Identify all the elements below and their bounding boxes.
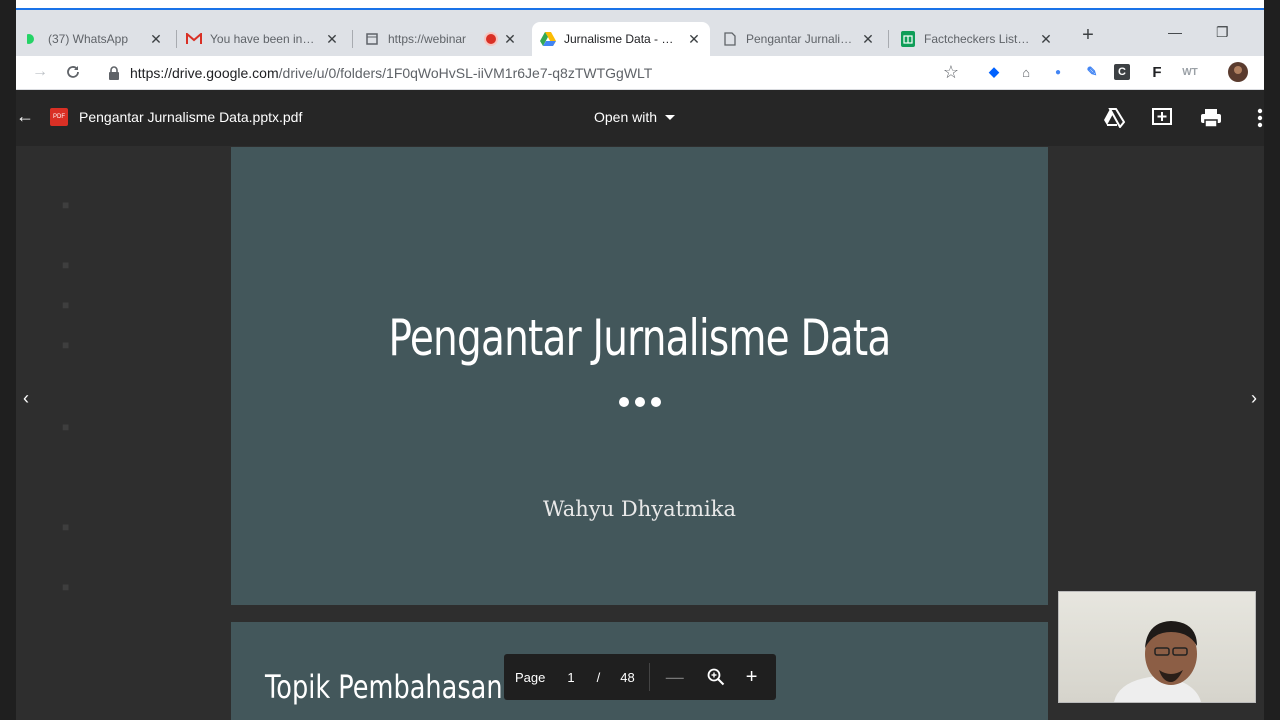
screen-border-left xyxy=(0,0,16,720)
drive-ghost-item: ■ xyxy=(62,298,70,312)
dropbox-icon[interactable]: ◆ xyxy=(984,62,1004,82)
drive-ghost-item: ■ xyxy=(62,520,70,534)
close-icon[interactable]: ✕ xyxy=(860,31,876,48)
page-controls: Page 1 / 48 — + xyxy=(504,654,776,700)
add-to-drive-icon[interactable] xyxy=(1102,106,1126,130)
extension-icon[interactable]: ⌂ xyxy=(1016,62,1036,82)
zoom-out-icon[interactable]: — xyxy=(666,667,684,688)
url-host: https://drive.google.com xyxy=(130,65,279,81)
new-tab-button[interactable]: + xyxy=(1078,24,1098,47)
tab-pengantar[interactable]: Pengantar Jurnalisme Data ✕ xyxy=(714,22,884,56)
page-total: 48 xyxy=(620,669,635,685)
close-icon[interactable]: ✕ xyxy=(686,31,702,48)
slide-dots-ornament xyxy=(231,397,1048,407)
slide-page-1: Pengantar Jurnalisme Data Wahyu Dhyatmik… xyxy=(231,147,1048,605)
url-path: /drive/u/0/folders/1F0qWoHvSL-iiVM1r6Je7… xyxy=(278,65,653,81)
file-title: Pengantar Jurnalisme Data.pptx.pdf xyxy=(79,109,303,125)
zoom-icon[interactable] xyxy=(706,668,726,686)
window-frame-top xyxy=(0,0,1280,10)
drive-ghost-item: ■ xyxy=(62,420,70,434)
chevron-right-icon[interactable]: › xyxy=(1244,388,1264,409)
restore-icon[interactable]: ❐ xyxy=(1216,24,1229,41)
wt-icon[interactable]: WT xyxy=(1180,62,1200,82)
presenter-figure xyxy=(1114,621,1201,702)
back-arrow-icon[interactable]: ← xyxy=(16,106,34,127)
forward-icon[interactable]: → xyxy=(30,62,50,82)
zoom-in-icon[interactable]: + xyxy=(746,666,758,689)
gmail-icon xyxy=(186,31,202,47)
tab-gmail[interactable]: You have been invited ✕ xyxy=(178,22,348,56)
reload-icon[interactable] xyxy=(63,62,83,82)
tab-divider xyxy=(352,30,353,48)
whatsapp-icon xyxy=(24,31,40,47)
c-icon[interactable]: C xyxy=(1114,64,1130,80)
more-vert-icon[interactable] xyxy=(1248,106,1264,130)
drive-ghost-item: ■ xyxy=(62,580,70,594)
drive-ghost-item: ■ xyxy=(62,338,70,352)
avatar[interactable] xyxy=(1228,62,1248,82)
tab-label: You have been invited xyxy=(210,32,318,46)
bookmark-star-icon[interactable]: ☆ xyxy=(941,62,961,82)
tab-strip: (37) WhatsApp ✕ You have been invited ✕ … xyxy=(16,10,1264,56)
caret-down-icon xyxy=(665,114,676,120)
screen-border-right xyxy=(1264,0,1280,720)
tab-label: Jurnalisme Data - Google Drive xyxy=(564,32,680,46)
slide-title: Pengantar Jurnalisme Data xyxy=(388,309,891,367)
tab-label: Pengantar Jurnalisme Data xyxy=(746,32,854,46)
google-drive-icon xyxy=(540,31,556,47)
tab-factcheckers[interactable]: Factcheckers List for ✕ xyxy=(892,22,1062,56)
add-comment-icon[interactable] xyxy=(1150,106,1174,130)
address-bar[interactable]: https://drive.google.com/drive/u/0/folde… xyxy=(108,60,968,86)
close-icon[interactable]: ✕ xyxy=(502,31,518,48)
tab-divider xyxy=(176,30,177,48)
viewer-header: ← PDF Pengantar Jurnalisme Data.pptx.pdf… xyxy=(16,90,1264,146)
drive-ghost-item: ■ xyxy=(62,198,70,212)
browser-toolbar: → https://drive.google.com/drive/u/0/fol… xyxy=(16,56,1264,90)
document-icon xyxy=(722,31,738,47)
tab-label: (37) WhatsApp xyxy=(48,32,129,46)
recording-icon xyxy=(486,34,496,44)
minimize-icon[interactable]: — xyxy=(1168,24,1182,40)
close-icon[interactable]: ✕ xyxy=(324,31,340,48)
open-with-label: Open with xyxy=(594,109,658,125)
google-sheets-icon xyxy=(900,31,916,47)
close-icon[interactable]: ✕ xyxy=(148,31,164,48)
tab-label: https://webinar xyxy=(388,32,467,46)
page-icon xyxy=(364,31,380,47)
page-label: Page xyxy=(515,669,546,685)
lock-icon xyxy=(109,66,119,80)
divider xyxy=(648,663,650,691)
tab-google-drive[interactable]: Jurnalisme Data - Google Drive ✕ xyxy=(532,22,710,56)
pen-icon[interactable]: ✎ xyxy=(1082,62,1102,82)
page-number-input[interactable]: 1 xyxy=(567,670,574,685)
tab-divider xyxy=(888,30,889,48)
tab-label: Factcheckers List for xyxy=(924,32,1032,46)
tab-whatsapp[interactable]: (37) WhatsApp ✕ xyxy=(16,22,172,56)
slide-subtitle: Wahyu Dhyatmika xyxy=(543,497,736,521)
page-separator: / xyxy=(596,669,601,685)
webcam-overlay xyxy=(1058,591,1256,703)
open-with-button[interactable]: Open with xyxy=(586,102,683,132)
print-icon[interactable] xyxy=(1199,106,1223,130)
pdf-file-icon: PDF xyxy=(50,108,68,126)
extension-icon[interactable]: ● xyxy=(1048,62,1068,82)
tab-webinar[interactable]: https://webinar ✕ xyxy=(356,22,526,56)
slide-title: Topik Pembahasan xyxy=(265,668,503,706)
close-icon[interactable]: ✕ xyxy=(1038,31,1054,48)
drive-ghost-item: ■ xyxy=(62,258,70,272)
chevron-left-icon[interactable]: ‹ xyxy=(16,388,36,409)
f-icon[interactable]: F xyxy=(1147,62,1167,82)
